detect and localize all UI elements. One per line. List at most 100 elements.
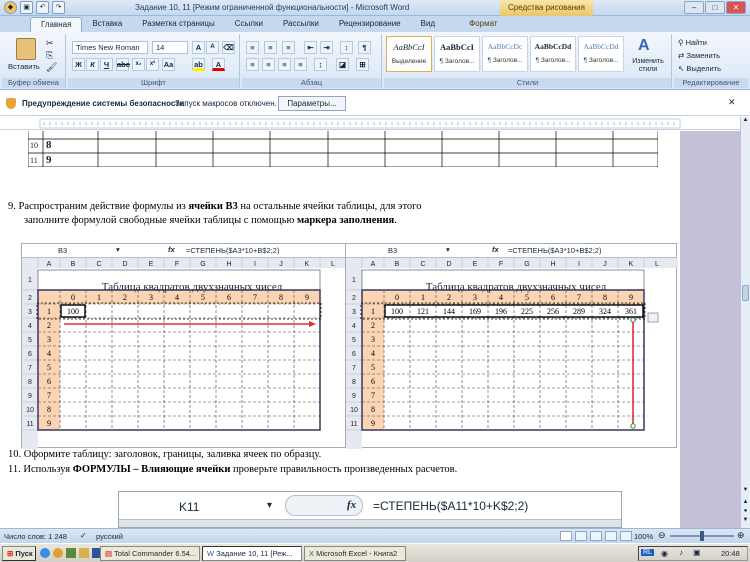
- tab-view[interactable]: Вид: [411, 17, 445, 32]
- fx-icon[interactable]: fx: [168, 245, 175, 254]
- find-button[interactable]: ⚲ Найти: [678, 38, 707, 47]
- formula-text[interactable]: =СТЕПЕНЬ($A11*10+K$2;2): [373, 499, 528, 513]
- format-painter-icon[interactable]: 🖌: [46, 62, 57, 73]
- word-count[interactable]: Число слов: 1 248: [4, 532, 67, 541]
- dropdown-icon[interactable]: ▾: [267, 500, 272, 511]
- draft-icon[interactable]: [620, 531, 632, 541]
- highlight-icon[interactable]: ab: [192, 58, 205, 71]
- bold-button[interactable]: Ж: [72, 58, 85, 71]
- scroll-thumb[interactable]: [742, 285, 749, 301]
- fx-icon[interactable]: fx: [347, 499, 356, 511]
- close-button[interactable]: ✕: [726, 1, 746, 14]
- show-marks-icon[interactable]: ¶: [358, 41, 371, 54]
- style-heading-1[interactable]: AaBbCcI ¶ Заголов...: [434, 36, 480, 72]
- dropdown-icon[interactable]: ▾: [446, 245, 450, 254]
- taskbar-item-excel[interactable]: X Microsoft Excel - Книга2: [304, 546, 406, 561]
- style-emphasis[interactable]: AaBbCcI Выделение: [386, 36, 432, 72]
- sort-icon[interactable]: ↕: [340, 41, 353, 54]
- bullets-icon[interactable]: ≡: [246, 41, 259, 54]
- replace-button[interactable]: ⇄ Заменить: [678, 51, 720, 60]
- language-indicator[interactable]: RL: [641, 549, 654, 556]
- tab-insert[interactable]: Вставка: [82, 17, 132, 32]
- change-styles-icon[interactable]: A: [638, 37, 650, 55]
- prev-page-icon[interactable]: ▲: [741, 499, 750, 508]
- language[interactable]: русский: [96, 532, 123, 541]
- grow-font-icon[interactable]: A: [192, 41, 205, 54]
- line-spacing-icon[interactable]: ↨: [314, 58, 327, 71]
- shading-icon[interactable]: ◪: [336, 58, 349, 71]
- style-heading-2[interactable]: AaBbCcDc ¶ Заголов...: [482, 36, 528, 72]
- desktop-icon[interactable]: [66, 548, 76, 558]
- maximize-button[interactable]: □: [705, 1, 725, 14]
- ie-icon[interactable]: [40, 548, 50, 558]
- explorer-icon[interactable]: [79, 548, 89, 558]
- align-center-icon[interactable]: ≡: [262, 58, 275, 71]
- media-icon[interactable]: [53, 548, 63, 558]
- cut-icon[interactable]: ✂: [46, 38, 54, 49]
- tab-references[interactable]: Ссылки: [225, 17, 273, 32]
- scroll-down-icon[interactable]: ▼: [741, 487, 750, 497]
- close-icon[interactable]: ✕: [728, 97, 736, 108]
- office-button[interactable]: ◆: [4, 1, 17, 14]
- tab-review[interactable]: Рецензирование: [329, 17, 411, 32]
- align-left-icon[interactable]: ≡: [246, 58, 259, 71]
- zoom-level[interactable]: 100%: [634, 532, 653, 541]
- justify-icon[interactable]: ≡: [294, 58, 307, 71]
- horizontal-ruler[interactable]: [0, 117, 740, 130]
- change-styles-button[interactable]: Изменить стили: [628, 58, 668, 74]
- network-icon[interactable]: ▣: [693, 548, 701, 557]
- style-heading-3[interactable]: AaBbCcDd ¶ Заголов...: [530, 36, 576, 72]
- name-box[interactable]: B3: [388, 246, 397, 255]
- name-box[interactable]: K11: [179, 500, 199, 514]
- scroll-up-icon[interactable]: ▲: [741, 117, 750, 127]
- security-options-button[interactable]: Параметры...: [278, 96, 346, 111]
- formula-text[interactable]: =СТЕПЕНЬ($A3*10+B$2;2): [508, 246, 601, 255]
- full-screen-icon[interactable]: [575, 531, 587, 541]
- multilevel-list-icon[interactable]: ≡: [282, 41, 295, 54]
- font-size-box[interactable]: 14: [152, 41, 188, 54]
- start-button[interactable]: ⊞ Пуск: [2, 546, 36, 561]
- dropdown-icon[interactable]: ▾: [116, 245, 120, 254]
- vertical-scrollbar[interactable]: ▲ ▼ ▲ ● ▼: [740, 117, 750, 528]
- tray-icon[interactable]: ◉: [661, 549, 668, 558]
- zoom-in-icon[interactable]: ⊕: [737, 530, 745, 541]
- tab-mailings[interactable]: Рассылки: [273, 17, 329, 32]
- redo-icon[interactable]: ↷: [52, 1, 65, 14]
- decrease-indent-icon[interactable]: ⇤: [304, 41, 317, 54]
- taskbar-item-total-commander[interactable]: ▤ Total Commander 6.54...: [100, 546, 200, 561]
- select-button[interactable]: ↖ Выделить: [678, 64, 721, 73]
- document-page[interactable]: 10 8 11 9 9. Распространим действие форм…: [0, 131, 680, 528]
- italic-button[interactable]: К: [86, 58, 99, 71]
- clear-format-icon[interactable]: ⌫: [222, 41, 235, 54]
- print-layout-icon[interactable]: [560, 531, 572, 541]
- numbering-icon[interactable]: ≡: [264, 41, 277, 54]
- underline-button[interactable]: Ч: [100, 58, 113, 71]
- fx-icon[interactable]: fx: [492, 245, 499, 254]
- align-right-icon[interactable]: ≡: [278, 58, 291, 71]
- font-color-icon[interactable]: A: [212, 58, 225, 71]
- web-layout-icon[interactable]: [590, 531, 602, 541]
- minimize-button[interactable]: –: [684, 1, 704, 14]
- tab-home[interactable]: Главная: [30, 17, 83, 32]
- next-page-icon[interactable]: ▼: [741, 517, 750, 526]
- zoom-out-icon[interactable]: ⊖: [658, 530, 666, 541]
- change-case-icon[interactable]: Aa: [162, 58, 175, 71]
- increase-indent-icon[interactable]: ⇥: [320, 41, 333, 54]
- tab-page-layout[interactable]: Разметка страницы: [132, 17, 225, 32]
- copy-icon[interactable]: ⎘: [46, 50, 53, 61]
- view-buttons[interactable]: [560, 531, 632, 541]
- paste-icon[interactable]: [16, 38, 36, 60]
- subscript-icon[interactable]: x₂: [132, 58, 145, 71]
- volume-icon[interactable]: ♪: [679, 548, 683, 557]
- save-icon[interactable]: ▣: [20, 1, 33, 14]
- spellcheck-icon[interactable]: ✓: [80, 531, 87, 540]
- style-heading-4[interactable]: AaBbCcDd ¶ Заголов...: [578, 36, 624, 72]
- outline-icon[interactable]: [605, 531, 617, 541]
- name-box[interactable]: B3: [58, 246, 67, 255]
- formula-text[interactable]: =СТЕПЕНЬ($A3*10+B$2;2): [186, 246, 279, 255]
- undo-icon[interactable]: ↶: [36, 1, 49, 14]
- borders-icon[interactable]: ⊞: [356, 58, 369, 71]
- taskbar-item-word[interactable]: W Задание 10, 11 [Реж...: [202, 546, 302, 561]
- superscript-icon[interactable]: x²: [146, 58, 159, 71]
- tab-format[interactable]: Формат: [459, 17, 507, 32]
